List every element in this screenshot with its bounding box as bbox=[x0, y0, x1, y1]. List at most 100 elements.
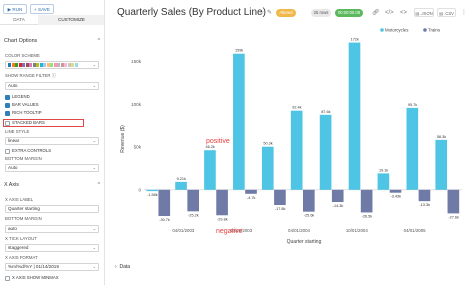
bar-trains bbox=[360, 189, 373, 213]
data-section-toggle[interactable]: › Data bbox=[115, 264, 130, 270]
checkbox-unchecked-icon bbox=[5, 275, 10, 281]
x-axis-ticks: 04/01/2003 10/01/2003 04/01/2004 10/01/2004… bbox=[172, 228, 426, 233]
x-tick-label: 10/01/2004 bbox=[346, 228, 369, 233]
x-axis-label-label: X AXIS LABEL bbox=[5, 197, 34, 202]
bar-motorcycles bbox=[319, 114, 332, 190]
chevron-down-icon: ⌄ bbox=[92, 138, 96, 143]
tab-customize[interactable]: CUSTOMIZE bbox=[38, 15, 104, 25]
info-icon: ⓘ bbox=[51, 73, 57, 78]
line-style-label: LINE STYLE bbox=[5, 129, 30, 134]
bar-value-label: 159k bbox=[235, 49, 243, 53]
range-filter-label: SHOW RANGE FILTER ⓘ bbox=[5, 73, 57, 78]
chevron-down-icon: ⌄ bbox=[92, 264, 96, 269]
range-filter-select[interactable]: Auto ⌄ bbox=[5, 82, 99, 90]
checkbox-checked-icon bbox=[5, 110, 10, 116]
chart-legend[interactable]: Motorcycles Trains bbox=[380, 28, 441, 33]
bar-motorcycles bbox=[146, 189, 158, 192]
bar-trains bbox=[389, 189, 402, 193]
checkbox-checked-icon bbox=[5, 102, 10, 108]
edit-icon[interactable]: ✎ bbox=[267, 9, 272, 17]
bar-value-label: -4.7k bbox=[247, 196, 256, 200]
bar-trains bbox=[274, 189, 286, 206]
bar-value-label: -30.7k bbox=[159, 218, 170, 222]
chevron-up-icon: ^ bbox=[97, 38, 100, 44]
link-icon[interactable]: 🔗︎ bbox=[372, 9, 380, 17]
x-axis-format-select[interactable]: %m/%d/%Y | 01/14/2019 ⌄ bbox=[5, 263, 99, 271]
bar-value-label: 50.3k bbox=[263, 142, 272, 146]
bar-value-label: -14.3k bbox=[333, 204, 344, 208]
bar-trains bbox=[187, 189, 200, 212]
chevron-down-icon: ⌄ bbox=[92, 226, 96, 231]
bar-value-label: -25.2k bbox=[188, 213, 199, 217]
x-tick-label: 04/01/2005 bbox=[404, 228, 427, 233]
bar-value-label: -27.6k bbox=[448, 215, 459, 219]
chevron-up-icon: ^ bbox=[97, 182, 100, 188]
bar-value-label: 58.3k bbox=[437, 135, 446, 139]
x-axis-minmax-checkbox[interactable]: X AXIS SHOW MINMAX bbox=[5, 275, 59, 281]
embed-icon[interactable]: <> bbox=[400, 9, 407, 17]
color-scheme-select[interactable]: ⌄ bbox=[5, 61, 99, 69]
more-menu-icon[interactable]: ⋮ bbox=[461, 9, 467, 17]
x-axis-label-input[interactable]: Quarter starting bbox=[5, 205, 99, 213]
bar-motorcycles bbox=[233, 53, 245, 190]
bar-trains bbox=[447, 189, 460, 214]
chart-title[interactable]: Quarterly Sales (By Product Line) bbox=[117, 7, 266, 18]
x-axis-header[interactable]: X Axis ^ bbox=[4, 182, 100, 188]
x-bottom-margin-label: BOTTOM MARGIN bbox=[5, 216, 42, 221]
app-window: ▶ RUN + SAVE DATA CUSTOMIZE Chart Option… bbox=[0, 0, 474, 285]
line-style-select[interactable]: linear ⌄ bbox=[5, 137, 99, 145]
tab-data[interactable]: DATA bbox=[0, 15, 38, 25]
save-button[interactable]: + SAVE bbox=[30, 4, 54, 14]
color-scheme-label: COLOR SCHEME bbox=[5, 53, 40, 58]
x-bottom-margin-select[interactable]: auto ⌄ bbox=[5, 225, 99, 233]
bar-motorcycles bbox=[348, 42, 361, 190]
bar-trains bbox=[331, 189, 344, 203]
bar-value-label: -26.5k bbox=[362, 214, 373, 218]
rich-tooltip-checkbox[interactable]: RICH TOOLTIP bbox=[5, 110, 42, 116]
x-tick-layout-label: X TICK LAYOUT bbox=[5, 236, 37, 241]
x-tick-label: 04/01/2004 bbox=[288, 228, 311, 233]
extra-controls-checkbox[interactable]: EXTRA CONTROLS bbox=[5, 148, 51, 154]
bar-motorcycles bbox=[261, 146, 274, 190]
chevron-down-icon: ⌄ bbox=[92, 165, 96, 170]
y-axis-label: Revenue ($) bbox=[120, 125, 126, 153]
code-icon[interactable]: </> bbox=[385, 9, 394, 17]
export-json-button[interactable]: ▤ .JSON bbox=[414, 8, 434, 17]
checkbox-checked-icon bbox=[5, 94, 10, 100]
color-scheme-swatches bbox=[8, 62, 78, 67]
query-time-badge: 00:00:00.08 bbox=[335, 9, 363, 17]
legend-marker-trains bbox=[423, 28, 427, 32]
x-axis-format-label: X AXIS FORMAT bbox=[5, 255, 38, 260]
bar-value-label: -1.58k bbox=[147, 193, 158, 197]
star-icon[interactable]: ☆ bbox=[259, 9, 264, 17]
export-csv-button[interactable]: ▤ .CSV bbox=[437, 8, 456, 17]
legend-marker-motorcycles bbox=[380, 28, 384, 32]
annotation-positive: positive bbox=[206, 138, 230, 145]
x-tick-layout-select[interactable]: staggered ⌄ bbox=[5, 244, 99, 252]
control-panel: ▶ RUN + SAVE DATA CUSTOMIZE Chart Option… bbox=[0, 0, 105, 285]
bar-value-label: 46.2k bbox=[206, 145, 215, 149]
bar-value-label: -3.43k bbox=[391, 195, 402, 199]
chevron-down-icon: ⌄ bbox=[92, 62, 96, 67]
bottom-margin-select[interactable]: Auto ⌄ bbox=[5, 164, 99, 172]
bar-motorcycles bbox=[406, 107, 419, 190]
chevron-down-icon: ⌄ bbox=[92, 245, 96, 250]
bar-value-label: 9.21k bbox=[177, 177, 186, 181]
color-swatch bbox=[74, 62, 78, 67]
chevron-down-icon: ⌄ bbox=[92, 83, 96, 88]
annotation-negative: negative bbox=[216, 228, 243, 235]
bar-value-label: -17.8k bbox=[275, 207, 286, 211]
bar-motorcycles bbox=[204, 150, 216, 190]
bottom-margin-label: BOTTOM MARGIN bbox=[5, 156, 42, 161]
chart-options-header[interactable]: Chart Options ^ bbox=[4, 38, 100, 44]
bar-value-label: 95.7k bbox=[408, 103, 417, 107]
legend-label-trains: Trains bbox=[428, 28, 441, 33]
legend-checkbox[interactable]: LEGEND bbox=[5, 94, 30, 100]
bar-values-checkbox[interactable]: BAR VALUES bbox=[5, 102, 39, 108]
x-tick-label: 04/01/2003 bbox=[172, 228, 195, 233]
bar-motorcycles bbox=[435, 139, 448, 190]
bar-motorcycles bbox=[175, 181, 187, 190]
run-button[interactable]: ▶ RUN bbox=[3, 4, 27, 14]
bar-trains bbox=[216, 189, 228, 216]
bar-value-label: -13.3k bbox=[419, 203, 430, 207]
